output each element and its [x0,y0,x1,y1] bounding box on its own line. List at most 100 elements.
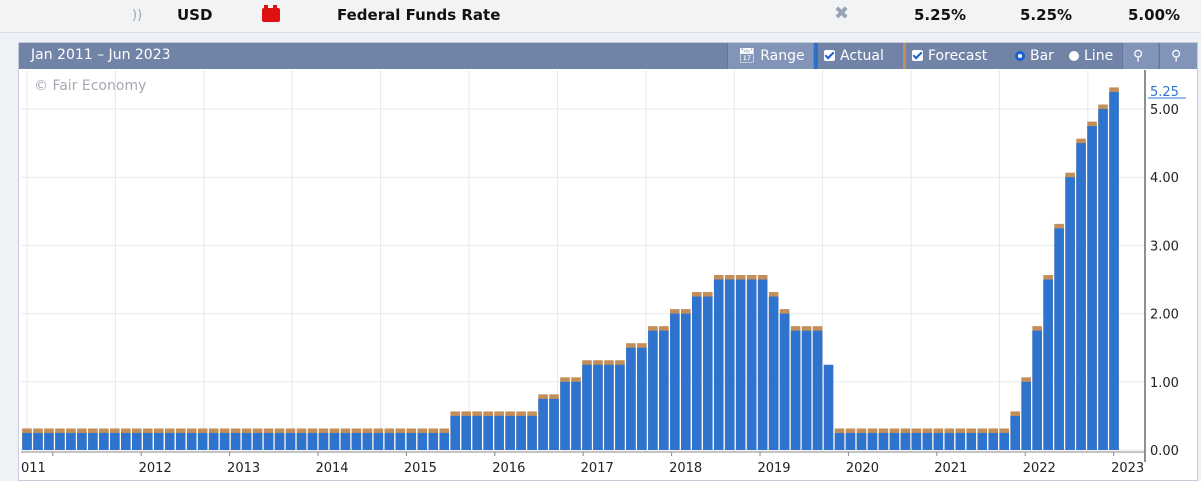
actual-bar [713,279,724,450]
actual-bar [241,432,252,450]
actual-bar [230,432,241,450]
actual-bar [318,432,329,450]
actual-bar [637,347,647,450]
actual-bar [933,432,944,450]
actual-bar [845,432,856,450]
actual-bar [33,432,43,450]
actual-bar [779,313,790,450]
actual-bar [263,432,274,450]
actual-bar [351,432,362,450]
actual-bar [219,432,230,450]
y-tick-label: 2.00 [1150,308,1179,323]
actual-bar [834,432,845,450]
actual-bar [483,415,493,450]
actual-bar [691,296,702,450]
actual-bar [867,432,878,450]
actual-bar [1087,126,1097,451]
x-tick-label: 2018 [669,461,702,476]
actual-bar [99,432,109,450]
actual-bar [823,364,834,450]
x-tick-label: 2020 [846,461,879,476]
actual-bar [274,432,285,450]
actual-bar [494,415,504,450]
y-tick-label: 5.00 [1150,103,1179,118]
actual-bar [1109,91,1119,450]
x-tick-label: 2017 [581,461,614,476]
actual-bar [582,364,592,450]
actual-bar [175,432,186,450]
actual-bar [505,415,515,450]
actual-bar [604,364,614,450]
actual-bar [527,415,537,450]
y-tick-label: 0.00 [1150,444,1179,459]
actual-bar [307,432,318,450]
actual-bar [296,432,307,450]
x-tick-label: 011 [21,461,46,476]
actual-bar [44,432,54,450]
actual-bar [648,330,658,450]
actual-bar [1098,109,1108,450]
actual-bar [439,432,450,450]
actual-bar [735,279,746,450]
actual-bar [110,432,120,450]
x-tick-label: 2016 [492,461,525,476]
actual-bar [197,432,208,450]
actual-bar [801,330,812,450]
actual-bar [66,432,76,450]
actual-bar [560,381,570,450]
actual-bar [911,432,922,450]
actual-bar [790,330,801,450]
actual-bar [900,432,911,450]
actual-bar [681,313,691,450]
watermark: © Fair Economy [34,78,146,94]
actual-bar [702,296,713,450]
actual-bar [208,432,219,450]
actual-bar [406,432,417,450]
actual-bar [186,432,197,450]
actual-bar [1065,177,1075,450]
actual-bar [615,364,625,450]
x-tick-label: 2014 [315,461,348,476]
actual-bar [516,415,526,450]
actual-bar [1076,143,1086,450]
actual-bar [450,415,461,450]
actual-bar [538,398,548,450]
actual-bar [164,432,175,450]
x-tick-label: 2019 [757,461,790,476]
x-tick-label: 2021 [934,461,967,476]
actual-bar [1054,228,1064,450]
actual-bar [428,432,439,450]
actual-bar [1010,415,1020,450]
actual-bar [768,296,779,450]
actual-bar [362,432,373,450]
y-tick-label: 3.00 [1150,239,1179,254]
actual-bar [856,432,867,450]
actual-bar [373,432,384,450]
actual-bar [999,432,1010,450]
actual-bar [329,432,340,450]
actual-bar [88,432,98,450]
x-tick-label: 2012 [139,461,172,476]
actual-bar [22,432,32,450]
actual-bar [977,432,988,450]
x-tick-label: 2013 [227,461,260,476]
actual-bar [121,432,131,450]
actual-bar [944,432,955,450]
actual-bar [724,279,735,450]
actual-bar [340,432,351,450]
actual-bar [77,432,87,450]
actual-bar [571,381,581,450]
actual-bar [384,432,395,450]
y-tick-label: 1.00 [1150,376,1179,391]
x-tick-label: 2015 [404,461,437,476]
actual-bar [472,415,482,450]
actual-bar [1032,330,1042,450]
actual-bar [878,432,889,450]
x-tick-label: 2023 [1111,461,1144,476]
actual-bar [285,432,296,450]
actual-bar [395,432,406,450]
actual-bar [142,432,153,450]
actual-bar [757,279,768,450]
actual-bar [626,347,636,450]
actual-bar [988,432,999,450]
